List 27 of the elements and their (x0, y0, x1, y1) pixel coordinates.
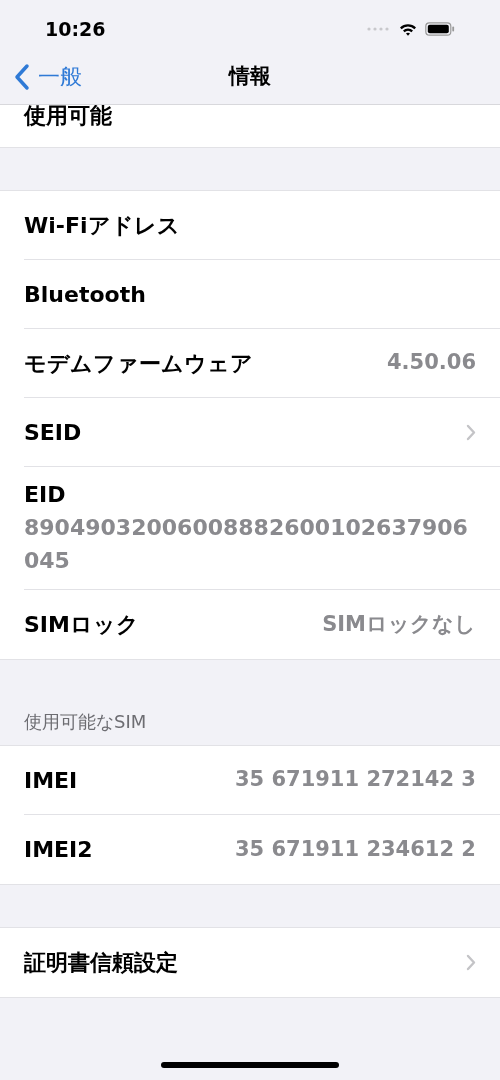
row-label: IMEI2 (24, 836, 93, 864)
settings-row[interactable]: SEID (0, 398, 500, 467)
row-label: 証明書信頼設定 (24, 949, 178, 977)
wifi-icon (399, 22, 417, 36)
chevron-right-icon (466, 954, 476, 971)
back-button[interactable]: 一般 (14, 60, 82, 93)
row-label: SEID (24, 418, 82, 447)
battery-icon (425, 22, 455, 36)
row-value: 35 671911 234612 2 (234, 835, 476, 863)
row-value: 89049032006008882600102637906045 (24, 514, 469, 575)
row-label: モデムファームウェア (24, 349, 253, 378)
row-label: EID (24, 481, 67, 509)
chevron-right-icon (466, 423, 476, 441)
signal-dots-icon (367, 27, 391, 31)
nav-title: 情報 (229, 63, 271, 91)
row-value: 4.50.06 (387, 349, 476, 377)
row-value: 35 671911 272142 3 (234, 766, 476, 794)
row-label: 使用可能 (24, 103, 112, 129)
row-label: Wi-Fiアドレス (24, 211, 180, 240)
row-value: SIMロックなし (322, 610, 476, 638)
row-label: IMEI (24, 766, 78, 795)
row-label: Bluetooth (24, 280, 146, 309)
status-time: 10:26 (45, 16, 106, 42)
back-chevron-icon (14, 62, 30, 91)
section-header: 使用可能なSIM (23, 710, 148, 734)
row-label: SIMロック (24, 611, 139, 639)
settings-row[interactable]: 証明書信頼設定 (0, 928, 500, 997)
